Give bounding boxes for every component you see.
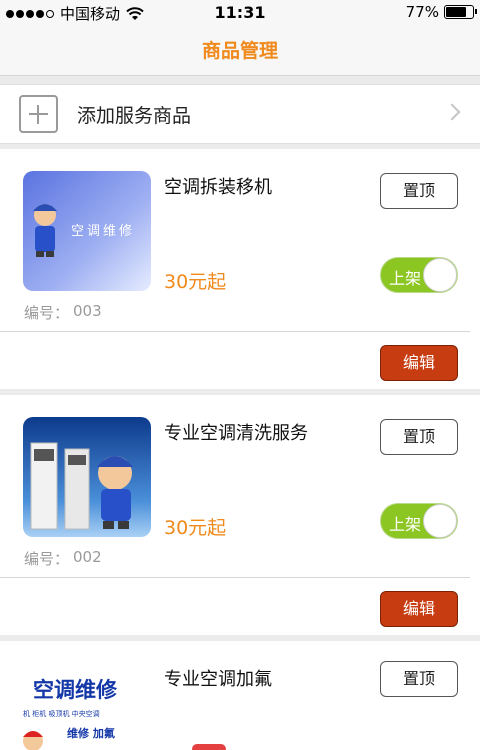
listing-toggle[interactable]: 上架 [380,257,458,293]
toggle-knob [423,258,457,292]
chevron-right-icon [443,103,461,121]
thumb-sub-text: 机 柜机 吸顶机 中央空调 [23,709,100,718]
toggle-label: 上架 [389,269,422,288]
product-card: 空调维修 空调拆装移机 30元起 编号： 003 置顶 上架 编辑 [0,149,480,389]
edit-button[interactable]: 编辑 [380,591,458,627]
edit-button[interactable]: 编辑 [380,345,458,381]
divider [0,331,470,332]
thumb-sub2-text: 维修 加氟 [67,726,115,740]
thumb-title-text: 空调维修 [33,677,118,702]
product-card: 空调维修 机 柜机 吸顶机 中央空调 维修 加氟 专业空调加氟 置顶 [0,641,480,750]
product-card: 专业空调清洗服务 30元起 编号： 002 置顶 上架 编辑 [0,395,480,635]
pin-to-top-button[interactable]: 置顶 [380,173,458,209]
toggle-label: 上架 [389,515,422,534]
product-code-label: 编号： [24,550,70,568]
page-title: 商品管理 [201,40,278,62]
product-name: 专业空调清洗服务 [164,423,308,444]
product-thumbnail[interactable]: 空调维修 机 柜机 吸顶机 中央空调 维修 加氟 [23,661,151,750]
listing-toggle[interactable]: 上架 [380,503,458,539]
product-code: 编号： 003 [24,302,102,323]
thumb-overlay-text: 空调维修 [71,224,135,239]
pin-to-top-button[interactable]: 置顶 [380,419,458,455]
product-thumbnail[interactable]: 空调维修 [23,171,151,291]
divider [0,577,470,578]
product-name: 空调拆装移机 [164,177,272,198]
add-service-row[interactable]: 添加服务商品 [0,84,480,144]
pin-to-top-button[interactable]: 置顶 [380,661,458,697]
battery-fill [446,7,467,17]
add-service-label: 添加服务商品 [77,105,192,127]
product-code-value: 003 [73,302,102,320]
plus-icon [19,95,58,133]
product-code-value: 002 [73,548,102,566]
product-price: 30元起 [164,517,227,539]
product-name: 专业空调加氟 [164,669,272,690]
toggle-knob [423,504,457,538]
status-bar: 中国移动 11:31 77% [0,0,480,26]
battery-icon [444,5,477,19]
status-right: 77% [405,3,477,21]
product-code: 编号： 002 [24,548,102,569]
product-code-label: 编号： [24,304,70,322]
battery-percent: 77% [405,3,439,21]
product-thumbnail[interactable] [23,417,151,537]
product-price: 30元起 [164,271,227,293]
floating-badge [192,744,226,750]
nav-bar: 商品管理 [0,26,480,76]
